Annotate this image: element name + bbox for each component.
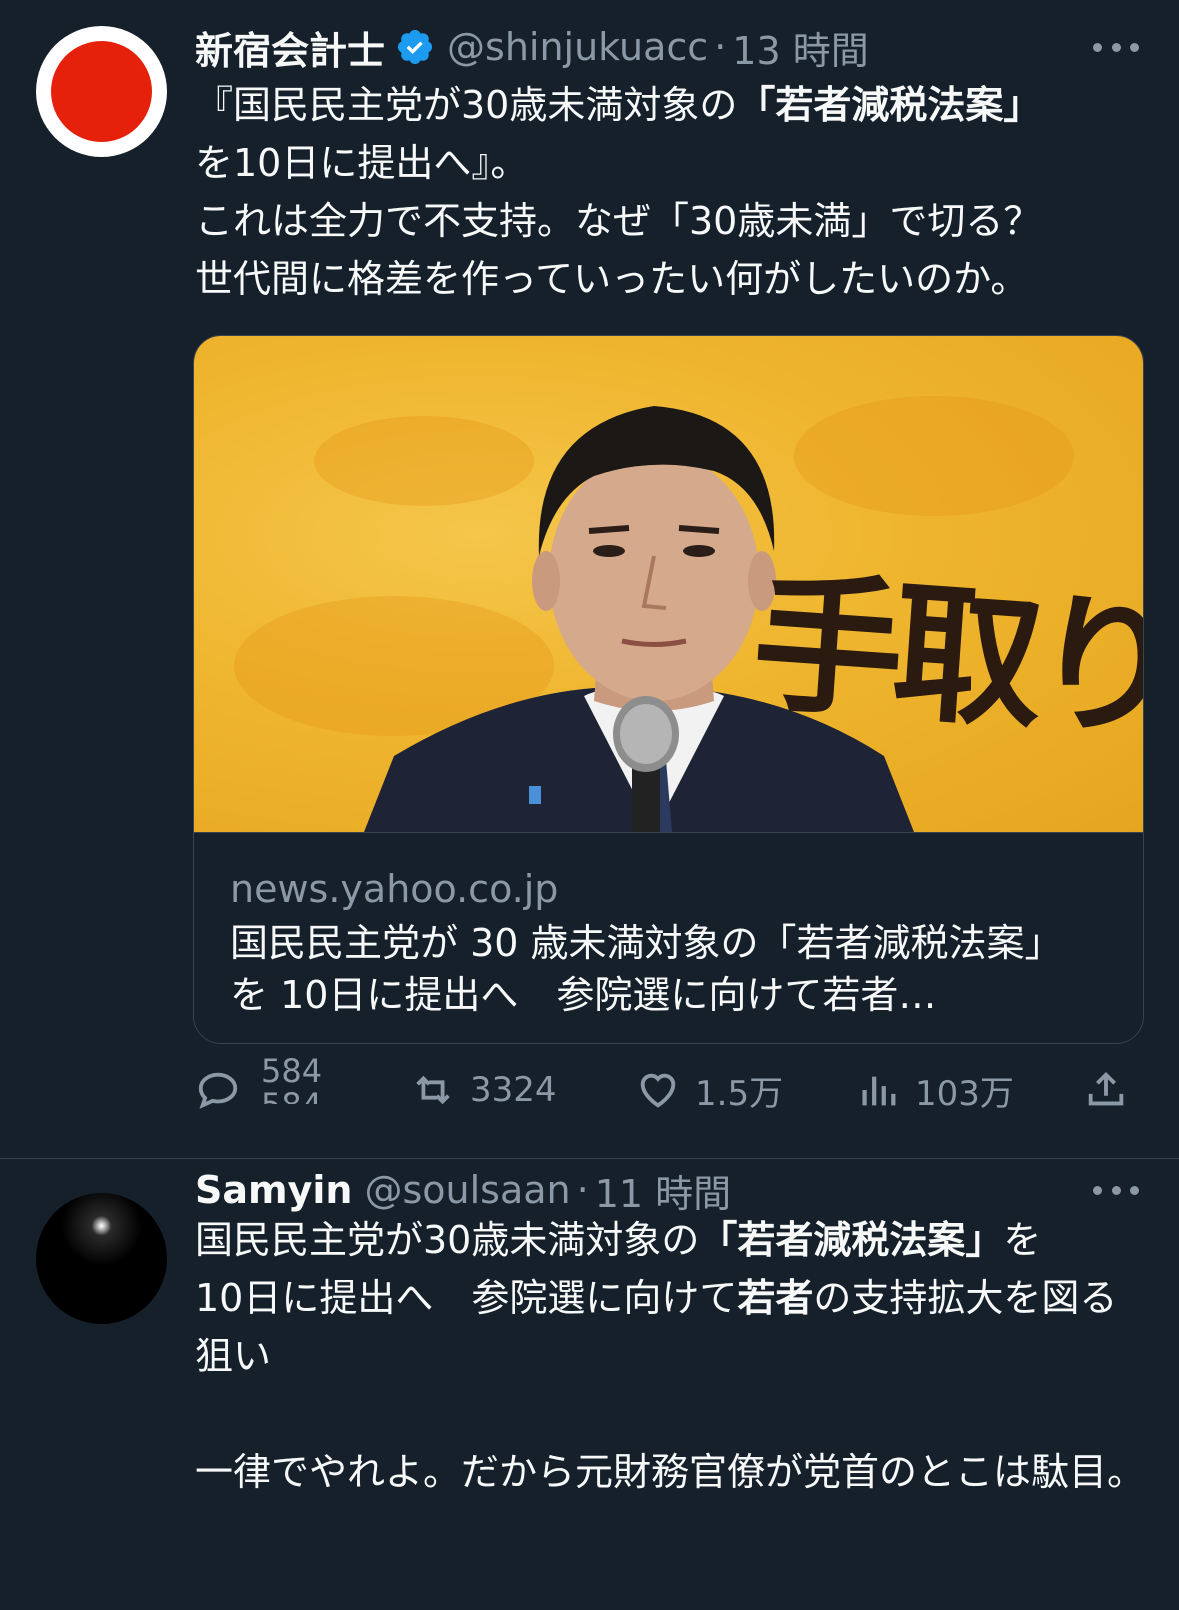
avatar[interactable] <box>36 26 167 157</box>
card-domain: news.yahoo.co.jp <box>230 867 559 911</box>
retweet-button[interactable]: 3324 <box>410 1060 557 1120</box>
tweet-text: 国民民主党が30歳未満対象の「若者減税法案」を 10日に提出へ 参院選に向けて若… <box>195 1211 1145 1501</box>
view-count: 103万 <box>915 1073 1014 1114</box>
tweet-text-segment: を <box>1003 1218 1042 1262</box>
avatar[interactable] <box>36 1193 167 1324</box>
more-icon[interactable] <box>1093 40 1139 54</box>
reply-count-value: 584 <box>261 1054 323 1090</box>
tweet-text-segment: を10日に提出へ』。 <box>195 141 529 185</box>
share-icon <box>1088 1071 1124 1106</box>
reply-count-next: 584 <box>261 1088 322 1104</box>
retweet-count: 3324 <box>470 1070 557 1110</box>
tweet-text-segment: 国民民主党が30歳未満対象の <box>195 1218 700 1262</box>
card-image: 手取り <box>194 336 1143 832</box>
like-button[interactable]: 1.5万 <box>635 1060 783 1120</box>
reply-button[interactable]: 584 584 <box>195 1054 322 1120</box>
tweet-actions: 584 584 3324 1.5万 103万 <box>195 1054 1145 1120</box>
retweet-icon <box>416 1075 450 1105</box>
tweet-text-segment: 10日に提出へ 参院選に向けて <box>195 1276 738 1320</box>
views-icon <box>862 1076 896 1106</box>
tweet-text-segment: 一律でやれよ。だから元財務官僚が党首のとこは駄目。 <box>195 1450 1146 1494</box>
timestamp[interactable]: 11 時間 <box>595 1163 731 1218</box>
link-card[interactable]: 手取り news.yahoo.co.jp 国民民主党が 30 歳未満対象の「若者… <box>193 335 1144 1044</box>
tweet-text-segment: これは全力で不支持。なぜ「30歳未満」で切る？ <box>195 199 1042 243</box>
tweet[interactable]: 新宿会計士 @shinjukuacc · 13 時間 『国民民主党が30歳未満対… <box>0 0 1179 1158</box>
tweet-text-bold: 「若者減税法案」 <box>737 83 1042 127</box>
card-meta: news.yahoo.co.jp 国民民主党が 30 歳未満対象の「若者減税法案… <box>194 832 1143 1043</box>
separator: · <box>576 1168 589 1212</box>
tweet[interactable]: Samyin @soulsaan · 11 時間 国民民主党が30歳未満対象の「… <box>0 1159 1179 1610</box>
reply-icon <box>198 1072 238 1109</box>
views-button[interactable]: 103万 <box>855 1060 1014 1120</box>
share-button[interactable] <box>1083 1060 1129 1120</box>
rising-sun-icon <box>51 41 152 142</box>
heart-icon <box>640 1073 676 1108</box>
separator: · <box>714 25 727 69</box>
tweet-text: 『国民民主党が30歳未満対象の「若者減税法案」 を10日に提出へ』。 これは全力… <box>195 76 1145 308</box>
more-icon[interactable] <box>1093 1183 1139 1197</box>
handle[interactable]: @shinjukuacc <box>447 25 708 69</box>
tweet-header: 新宿会計士 @shinjukuacc · 13 時間 <box>195 24 869 73</box>
card-title: 国民民主党が 30 歳未満対象の「若者減税法案」を 10日に提出へ 参院選に向け… <box>230 921 1063 1017</box>
tweet-text-bold: 若者 <box>737 1276 814 1320</box>
verified-badge-icon <box>397 29 433 65</box>
tweet-header: Samyin @soulsaan · 11 時間 <box>195 1167 731 1216</box>
tweet-text-segment: 世代間に格差を作っていったい何がしたいのか。 <box>195 257 1029 301</box>
display-name[interactable]: Samyin <box>195 1168 352 1212</box>
handle[interactable]: @soulsaan <box>364 1168 570 1212</box>
tweet-text-bold: 「若者減税法案」 <box>699 1218 1004 1262</box>
display-name[interactable]: 新宿会計士 <box>195 20 385 75</box>
timestamp[interactable]: 13 時間 <box>732 20 868 75</box>
card-image-caption: 手取り <box>747 556 1143 760</box>
tweet-text-segment: 『国民民主党が30歳未満対象の <box>195 83 738 127</box>
like-count: 1.5万 <box>695 1073 784 1114</box>
reply-count: 584 584 <box>261 1054 322 1104</box>
